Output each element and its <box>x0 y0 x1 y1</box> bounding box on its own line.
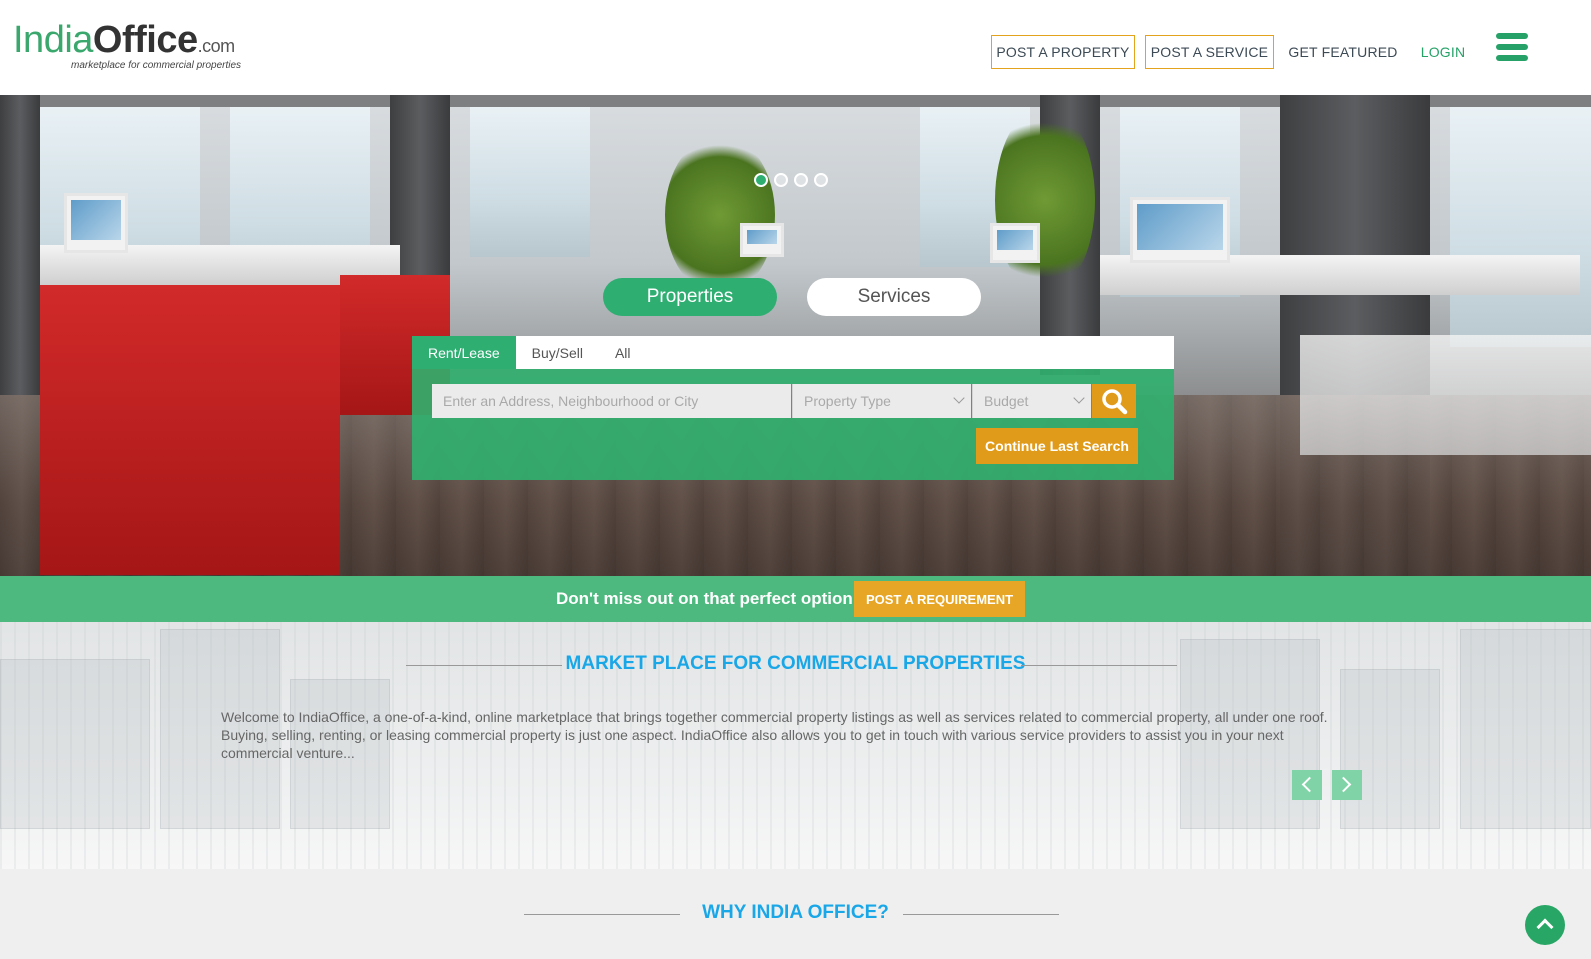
carousel-dot[interactable] <box>814 173 828 187</box>
market-description: Welcome to IndiaOffice, a one-of-a-kind,… <box>221 708 1351 762</box>
monitor-decor <box>990 223 1040 263</box>
requirement-banner: Don't miss out on that perfect option PO… <box>0 576 1591 622</box>
red-cabinet-decor <box>40 285 340 575</box>
budget-select[interactable]: Budget <box>972 384 1091 418</box>
building-decor <box>0 659 150 829</box>
carousel-dot[interactable] <box>774 173 788 187</box>
plant-decor <box>995 105 1095 295</box>
properties-toggle-button[interactable]: Properties <box>603 278 777 316</box>
post-requirement-button[interactable]: POST A REQUIREMENT <box>854 581 1025 617</box>
market-description-line: Welcome to IndiaOffice, a one-of-a-kind,… <box>221 709 1328 725</box>
monitor-decor <box>1130 197 1230 263</box>
plant-decor <box>665 135 775 295</box>
building-decor <box>1340 669 1440 829</box>
why-section-title: WHY INDIA OFFICE? <box>702 902 889 923</box>
tab-buy-sell[interactable]: Buy/Sell <box>516 336 599 369</box>
banner-text: Don't miss out on that perfect option <box>556 589 853 608</box>
carousel-indicators <box>754 173 828 187</box>
hero-carousel: Properties Services Rent/Lease Buy/Sell … <box>0 95 1591 576</box>
title-divider <box>1021 665 1177 666</box>
chevron-left-icon <box>1301 776 1318 793</box>
chevron-up-icon <box>1536 918 1554 936</box>
site-logo[interactable]: IndiaOffice.com marketplace for commerci… <box>13 20 253 76</box>
market-description-line: commercial venture... <box>221 745 355 761</box>
tab-rent-lease[interactable]: Rent/Lease <box>412 336 516 369</box>
logo-india-text: India <box>13 19 93 61</box>
monitor-decor <box>64 193 128 253</box>
logo-com-text: .com <box>197 36 236 56</box>
market-section-title: MARKET PLACE FOR COMMERCIAL PROPERTIES <box>565 653 1026 674</box>
login-link[interactable]: LOGIN <box>1420 35 1466 69</box>
get-featured-link[interactable]: GET FEATURED <box>1288 35 1397 69</box>
search-tabs: Rent/Lease Buy/Sell All <box>412 336 1174 369</box>
chevron-down-icon <box>953 392 965 404</box>
search-icon <box>1102 389 1128 415</box>
search-panel: Rent/Lease Buy/Sell All Enter an Address… <box>412 336 1174 480</box>
carousel-prev-button[interactable] <box>1292 770 1322 800</box>
market-description-line: Buying, selling, renting, or leasing com… <box>221 727 1284 743</box>
search-button[interactable] <box>1092 384 1136 418</box>
hamburger-menu-icon[interactable] <box>1496 33 1528 61</box>
continue-last-search-button[interactable]: Continue Last Search <box>976 428 1138 464</box>
budget-label: Budget <box>984 393 1029 409</box>
carousel-dot[interactable] <box>794 173 808 187</box>
property-type-select[interactable]: Property Type <box>792 384 971 418</box>
carousel-dot[interactable] <box>754 173 768 187</box>
market-place-section: MARKET PLACE FOR COMMERCIAL PROPERTIES W… <box>0 622 1591 869</box>
title-divider <box>903 914 1059 915</box>
property-type-label: Property Type <box>804 393 891 409</box>
monitor-decor <box>740 223 784 257</box>
services-toggle-button[interactable]: Services <box>807 278 981 316</box>
post-service-button[interactable]: POST A SERVICE <box>1145 35 1274 69</box>
site-header: IndiaOffice.com marketplace for commerci… <box>0 0 1591 95</box>
window-decor <box>1450 107 1591 347</box>
post-property-button[interactable]: POST A PROPERTY <box>991 35 1135 69</box>
why-section: WHY INDIA OFFICE? <box>0 869 1591 959</box>
tab-all[interactable]: All <box>599 336 647 369</box>
logo-office-text: Office <box>92 19 198 61</box>
logo-tagline: marketplace for commercial properties <box>71 60 242 71</box>
desk-decor <box>1300 335 1591 455</box>
scroll-to-top-button[interactable] <box>1525 905 1565 945</box>
window-decor <box>470 107 590 257</box>
carousel-next-button[interactable] <box>1332 770 1362 800</box>
chevron-right-icon <box>1335 776 1352 793</box>
address-search-input[interactable]: Enter an Address, Neighbourhood or City <box>432 384 791 418</box>
chevron-down-icon <box>1073 392 1085 404</box>
